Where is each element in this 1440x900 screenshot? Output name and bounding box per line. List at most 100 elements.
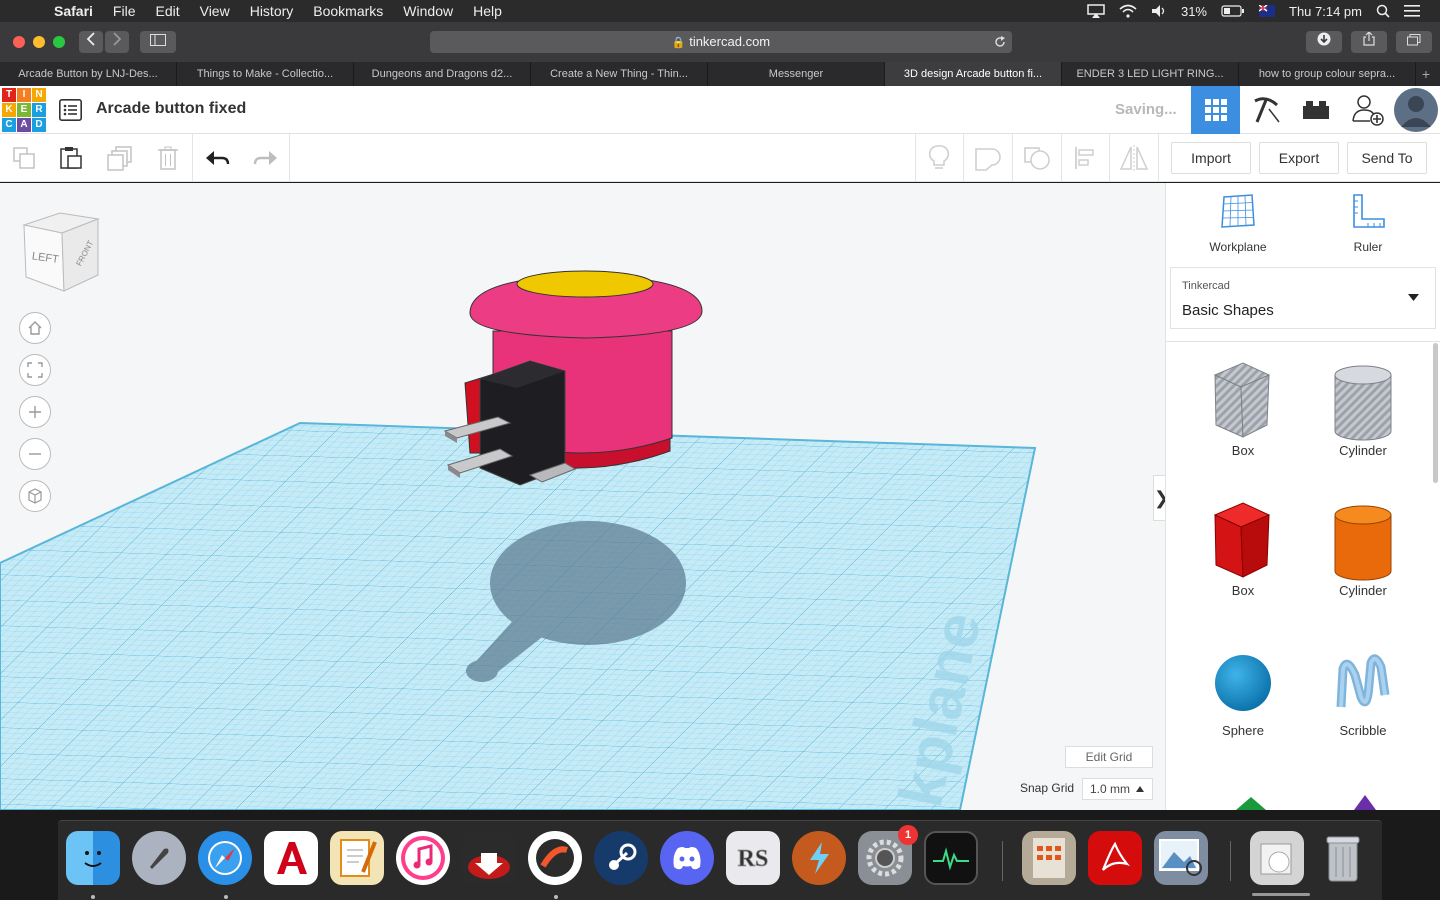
panel-collapse-button[interactable]: ❯ <box>1153 475 1165 521</box>
browser-tab[interactable]: Create a New Thing - Thin... <box>531 62 708 86</box>
discord-icon[interactable] <box>660 831 714 885</box>
group-button[interactable] <box>964 134 1012 182</box>
export-button[interactable]: Export <box>1259 142 1339 174</box>
shape-sphere[interactable]: Sphere <box>1193 635 1293 755</box>
3d-view-button[interactable] <box>1191 86 1240 134</box>
browser-tab[interactable]: Arcade Button by LNJ-Des... <box>0 62 177 86</box>
pyramid-shape-icon[interactable] <box>1354 795 1376 810</box>
new-tab-button[interactable]: + <box>1416 62 1436 86</box>
ungroup-button[interactable] <box>1013 134 1061 182</box>
redo-button[interactable] <box>241 134 289 182</box>
finder-icon[interactable] <box>66 831 120 885</box>
copy-button[interactable] <box>0 134 48 182</box>
acrobat-icon[interactable] <box>1088 831 1142 885</box>
align-button[interactable] <box>1062 134 1110 182</box>
undo-button[interactable] <box>194 134 242 182</box>
launchpad-icon[interactable] <box>132 831 186 885</box>
delete-button[interactable] <box>144 134 192 182</box>
arcade-button-model[interactable] <box>443 270 703 486</box>
menu-edit[interactable]: Edit <box>145 3 189 19</box>
menu-file[interactable]: File <box>103 3 146 19</box>
clock[interactable]: Thu 7:14 pm <box>1289 4 1362 19</box>
fit-view-button[interactable] <box>19 354 51 386</box>
send-to-button[interactable]: Send To <box>1347 142 1427 174</box>
shape-box-hole[interactable]: Box <box>1193 355 1293 475</box>
autocad-icon[interactable] <box>264 831 318 885</box>
back-button[interactable] <box>79 31 103 53</box>
bricks-view-button[interactable] <box>1291 86 1340 134</box>
preview-icon[interactable] <box>1154 831 1208 885</box>
browser-tab-active[interactable]: 3D design Arcade button fi... <box>885 62 1062 86</box>
shape-scribble[interactable]: Scribble <box>1313 635 1413 755</box>
airplay-icon[interactable] <box>1087 4 1105 18</box>
menu-bookmarks[interactable]: Bookmarks <box>303 3 393 19</box>
spotlight-search-icon[interactable] <box>1376 4 1390 18</box>
menu-help[interactable]: Help <box>463 3 512 19</box>
volume-icon[interactable] <box>1151 4 1167 18</box>
lightning-app-icon[interactable] <box>792 831 846 885</box>
zoom-in-button[interactable] <box>19 396 51 428</box>
browser-tab[interactable]: Dungeons and Dragons d2... <box>354 62 531 86</box>
menu-history[interactable]: History <box>240 3 304 19</box>
forward-button[interactable] <box>105 31 129 53</box>
reload-icon[interactable] <box>994 36 1006 48</box>
menu-view[interactable]: View <box>190 3 240 19</box>
pages-icon[interactable] <box>330 831 384 885</box>
show-notes-button[interactable] <box>915 134 963 182</box>
panel-scrollbar[interactable] <box>1433 343 1438 483</box>
blocks-view-button[interactable] <box>1241 86 1290 134</box>
browser-tab[interactable]: ENDER 3 LED LIGHT RING... <box>1062 62 1239 86</box>
tab-overview-button[interactable] <box>1396 31 1432 53</box>
workplane-scene[interactable]: kplane <box>0 183 1165 810</box>
close-window-button[interactable] <box>13 36 25 48</box>
home-view-button[interactable] <box>19 312 51 344</box>
design-title[interactable]: Arcade button fixed <box>96 100 246 118</box>
edit-grid-button[interactable]: Edit Grid <box>1065 746 1153 768</box>
trash-can-icon[interactable] <box>1316 831 1370 885</box>
steam-icon[interactable] <box>594 831 648 885</box>
tinkercad-logo[interactable]: TIN KER CAD <box>2 88 46 132</box>
menu-safari[interactable]: Safari <box>44 3 103 19</box>
safari-icon[interactable] <box>198 831 252 885</box>
shape-box[interactable]: Box <box>1193 495 1293 615</box>
activity-monitor-icon[interactable] <box>924 831 978 885</box>
slack-like-app-icon[interactable] <box>528 831 582 885</box>
downloads-button[interactable] <box>1306 31 1342 53</box>
workplane-tool[interactable]: Workplane <box>1178 193 1298 263</box>
downloader-icon[interactable] <box>462 831 516 885</box>
invite-user-button[interactable] <box>1342 86 1391 134</box>
flag-icon[interactable] <box>1259 5 1275 17</box>
downloads-stack-icon[interactable] <box>1250 831 1304 885</box>
calculator-sheet-icon[interactable] <box>1022 831 1076 885</box>
wifi-icon[interactable] <box>1119 4 1137 18</box>
design-list-icon[interactable] <box>59 99 82 121</box>
snap-grid-select[interactable]: 1.0 mm <box>1082 778 1153 800</box>
duplicate-button[interactable] <box>96 134 144 182</box>
music-icon[interactable] <box>396 831 450 885</box>
user-avatar[interactable] <box>1391 86 1440 134</box>
notification-center-icon[interactable] <box>1404 5 1420 17</box>
address-bar[interactable]: 🔒 tinkercad.com <box>430 31 1012 53</box>
sidebar-toggle-button[interactable] <box>140 31 176 53</box>
minimize-window-button[interactable] <box>33 36 45 48</box>
browser-tab[interactable]: Messenger <box>708 62 885 86</box>
3d-workspace[interactable]: kplane LEFT FRONT Edit Grid Snap Grid 1.… <box>0 183 1165 810</box>
share-button[interactable] <box>1351 31 1387 53</box>
ruler-tool[interactable]: Ruler <box>1308 193 1428 263</box>
orthographic-view-button[interactable] <box>19 480 51 512</box>
paste-button[interactable] <box>47 134 95 182</box>
browser-tab[interactable]: how to group colour sepra... <box>1239 62 1416 86</box>
browser-tab[interactable]: Things to Make - Collectio... <box>177 62 354 86</box>
roof-shape-icon[interactable] <box>1236 795 1266 810</box>
battery-icon[interactable] <box>1221 5 1245 17</box>
shape-cylinder[interactable]: Cylinder <box>1313 495 1413 615</box>
menu-window[interactable]: Window <box>393 3 463 19</box>
rs-app-icon[interactable]: RS <box>726 831 780 885</box>
view-cube[interactable]: LEFT FRONT <box>18 205 104 297</box>
shape-library-select[interactable]: Tinkercad Basic Shapes <box>1170 267 1436 329</box>
import-button[interactable]: Import <box>1171 142 1251 174</box>
mirror-button[interactable] <box>1110 134 1158 182</box>
zoom-out-button[interactable] <box>19 438 51 470</box>
shape-cylinder-hole[interactable]: Cylinder <box>1313 355 1413 475</box>
zoom-window-button[interactable] <box>53 36 65 48</box>
